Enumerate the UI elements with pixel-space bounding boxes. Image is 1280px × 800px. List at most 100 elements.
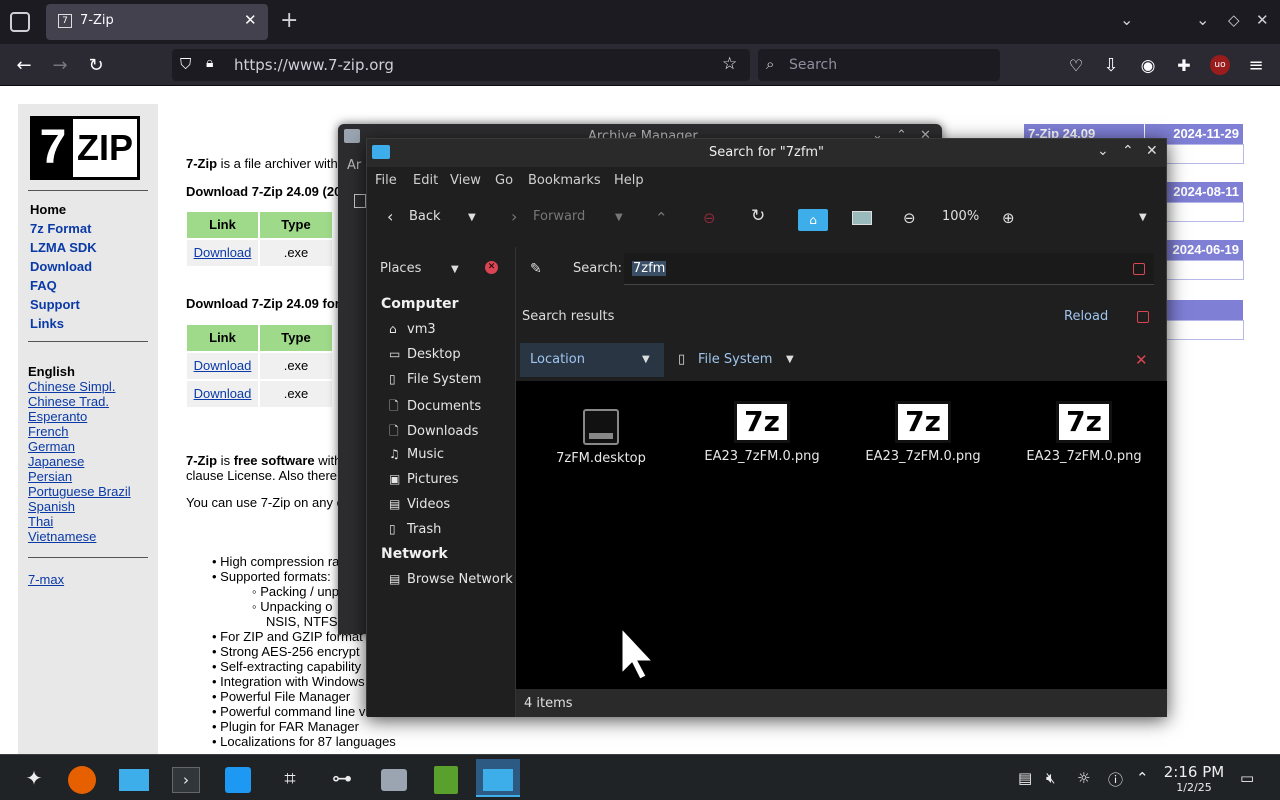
tray-expand-icon[interactable]: ⌃: [1136, 769, 1149, 787]
game-controller-icon[interactable]: ⊶: [320, 759, 364, 797]
forward-history-icon[interactable]: ▼: [615, 212, 623, 223]
search-input[interactable]: 7zfm: [624, 253, 1154, 285]
back-history-icon[interactable]: ▼: [468, 212, 476, 223]
lang-link[interactable]: Chinese Trad.: [28, 394, 109, 409]
lang-link[interactable]: Thai: [28, 514, 53, 529]
nav-7z-format[interactable]: 7z Format: [30, 221, 91, 236]
reload-icon[interactable]: ↻: [82, 52, 110, 80]
zoom-out-icon[interactable]: ⊖: [903, 209, 916, 227]
file-system-dropdown[interactable]: ▯ File System ▼: [678, 343, 798, 377]
place-trash[interactable]: ▯ Trash: [389, 522, 441, 537]
minimize-icon[interactable]: ⌄: [1196, 10, 1209, 29]
seven-max-link[interactable]: 7-max: [28, 572, 64, 587]
brightness-icon[interactable]: ☼: [1077, 769, 1090, 787]
volume-muted-icon[interactable]: 🔇︎: [1046, 769, 1055, 787]
toolbar-overflow-icon[interactable]: ▼: [1139, 212, 1147, 223]
menu-bookmarks[interactable]: Bookmarks: [528, 173, 601, 188]
back-arrow-icon[interactable]: ‹: [387, 207, 393, 226]
back-button[interactable]: Back: [409, 209, 441, 224]
lock-icon[interactable]: 🔒︎: [206, 55, 213, 71]
file-item[interactable]: 7z EA23_7zFM.0.png: [687, 401, 837, 464]
file-item[interactable]: 7zFM.desktop: [526, 409, 676, 466]
window-maximize-icon[interactable]: ⌃: [1122, 143, 1134, 159]
account-icon[interactable]: ◉: [1134, 52, 1162, 80]
home-folder-icon[interactable]: ⌂: [798, 209, 828, 231]
bookmark-star-icon[interactable]: ☆: [722, 54, 737, 74]
menu-help[interactable]: Help: [614, 173, 644, 188]
url-bar[interactable]: ⛉ 🔒︎ https://www.7-zip.org ☆: [172, 49, 750, 81]
shield-icon[interactable]: ⛉: [180, 55, 191, 73]
lang-link[interactable]: Esperanto: [28, 409, 87, 424]
pocket-icon[interactable]: ♡: [1062, 52, 1090, 80]
app-launcher-icon[interactable]: ✦: [12, 759, 56, 797]
download-link[interactable]: Download: [194, 245, 252, 260]
edit-icon[interactable]: ✎: [530, 261, 542, 277]
place-desktop[interactable]: ▭ Desktop: [389, 347, 461, 362]
window-close-icon[interactable]: ✕: [1146, 143, 1158, 159]
place-home[interactable]: ⌂ vm3: [389, 322, 436, 337]
window-titlebar[interactable]: Search for "7zfm" ⌄ ⌃ ✕: [367, 139, 1166, 167]
place-music[interactable]: ♫ Music: [389, 447, 444, 462]
archive-manager-taskbar-icon[interactable]: [372, 759, 416, 797]
list-tabs-icon[interactable]: ⌄: [1120, 10, 1133, 29]
forward-button[interactable]: Forward: [533, 209, 585, 224]
tab-overview-icon[interactable]: [10, 12, 30, 32]
file-manager-taskbar-icon[interactable]: [112, 759, 156, 797]
nav-support[interactable]: Support: [30, 297, 80, 312]
extensions-icon[interactable]: ✚: [1170, 52, 1198, 80]
menu-view[interactable]: View: [450, 173, 481, 188]
place-file-system[interactable]: ▯ File System: [389, 372, 481, 387]
window-minimize-icon[interactable]: ⌄: [1097, 143, 1109, 159]
places-dropdown-icon[interactable]: ▼: [451, 264, 459, 275]
search-input-value[interactable]: 7zfm: [632, 261, 667, 276]
nav-faq[interactable]: FAQ: [30, 278, 57, 293]
place-downloads[interactable]: 🗋 Downloads: [389, 422, 478, 443]
ublock-icon[interactable]: uo: [1210, 55, 1230, 75]
location-dropdown[interactable]: Location ▼: [520, 343, 664, 377]
search-bar[interactable]: ⌕ Search: [758, 49, 1000, 81]
lang-link[interactable]: German: [28, 439, 75, 454]
firefox-icon[interactable]: [60, 759, 104, 797]
file-item[interactable]: 7z EA23_7zFM.0.png: [1009, 401, 1159, 464]
remove-criterion-icon[interactable]: ✕: [1135, 351, 1148, 369]
terminal-icon[interactable]: ›: [164, 759, 208, 797]
forward-arrow-icon[interactable]: ›: [511, 207, 517, 226]
screenshot-tool-icon[interactable]: ⌗: [268, 759, 312, 797]
nav-home[interactable]: Home: [30, 202, 66, 217]
download-link[interactable]: Download: [194, 386, 252, 401]
place-browse-network[interactable]: ▤ Browse Network: [389, 572, 513, 587]
wine-app-icon[interactable]: [424, 759, 468, 797]
place-pictures[interactable]: ▣ Pictures: [389, 472, 458, 487]
forward-arrow-icon[interactable]: →: [46, 52, 74, 80]
browser-tab[interactable]: 7 7-Zip ✕: [46, 4, 268, 40]
menu-icon[interactable]: ≡: [1242, 52, 1270, 80]
place-documents[interactable]: 🗋 Documents: [389, 397, 481, 418]
lang-link[interactable]: Japanese: [28, 454, 84, 469]
nav-lzma-sdk[interactable]: LZMA SDK: [30, 240, 97, 255]
download-link[interactable]: Download: [194, 358, 252, 373]
show-desktop-icon[interactable]: ▭: [1240, 769, 1254, 787]
clock[interactable]: 2:16 PM 1/2/25: [1160, 763, 1228, 794]
help-icon[interactable]: ⓘ: [1108, 769, 1123, 790]
lang-link[interactable]: Spanish: [28, 499, 75, 514]
lang-link[interactable]: Chinese Simpl.: [28, 379, 115, 394]
menu-go[interactable]: Go: [495, 173, 513, 188]
place-videos[interactable]: ▤ Videos: [389, 497, 450, 512]
reload-icon[interactable]: ↻: [751, 206, 765, 226]
lang-link[interactable]: French: [28, 424, 68, 439]
downloads-icon[interactable]: ⇩: [1097, 52, 1125, 80]
up-icon[interactable]: ⌃: [655, 209, 668, 227]
zoom-in-icon[interactable]: ⊕: [1002, 209, 1015, 227]
clipboard-icon[interactable]: ▤: [1018, 769, 1032, 787]
store-icon[interactable]: [216, 759, 260, 797]
site-logo[interactable]: 7 ZIP: [30, 116, 140, 180]
computer-icon[interactable]: [852, 211, 872, 225]
nav-links[interactable]: Links: [30, 316, 64, 331]
nav-download[interactable]: Download: [30, 259, 92, 274]
lang-link[interactable]: Persian: [28, 469, 72, 484]
new-tab-icon[interactable]: +: [280, 8, 298, 33]
restore-icon[interactable]: ◇: [1228, 11, 1240, 29]
stop-icon[interactable]: ⊖: [703, 209, 716, 227]
menu-edit[interactable]: Edit: [413, 173, 438, 188]
results-close-icon[interactable]: [1137, 311, 1149, 323]
